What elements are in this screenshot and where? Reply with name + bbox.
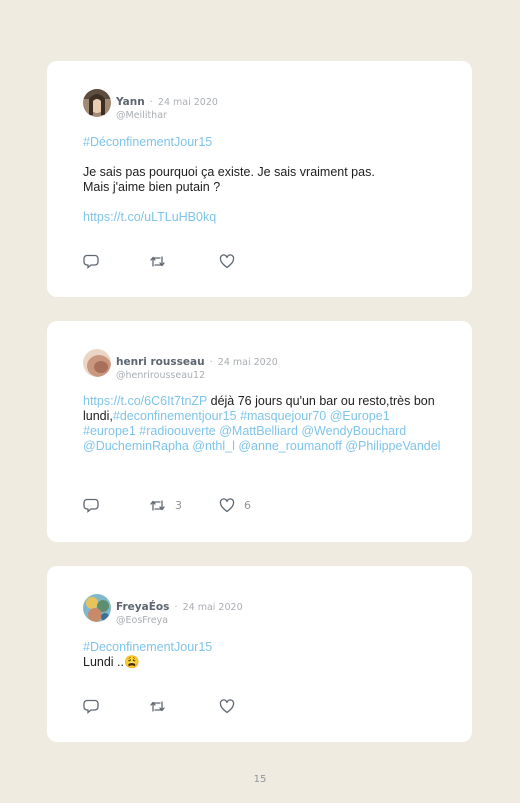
author-name[interactable]: Yann [116,96,145,108]
avatar[interactable] [83,594,111,622]
reply-icon [83,699,99,714]
like-button[interactable] [219,253,244,269]
tweet-card: henri rousseau · 24 mai 2020 @henrirouss… [47,321,472,542]
hashtag-link[interactable]: #DéconfinementJour15 [83,135,212,149]
tweet-text-line: Je sais pas pourquoi ça existe. Je sais … [83,165,375,179]
tweet-date[interactable]: 24 mai 2020 [158,97,218,108]
like-button[interactable] [219,698,244,714]
like-icon [219,253,235,268]
reply-icon [83,254,99,269]
tweet-actions: 3 6 [83,497,383,513]
author-name[interactable]: FreyaÉos [116,601,169,613]
hashtag-links[interactable]: #deconfinementjour15 #masquejour70 @Euro… [83,409,440,453]
page-number: 15 [253,774,267,785]
tweet-card: Yann · 24 mai 2020 @Meilithar #Déconfine… [47,61,472,297]
avatar[interactable] [83,349,111,377]
separator: · [149,97,153,108]
retweet-icon [150,700,165,712]
reply-button[interactable] [83,253,99,269]
separator: · [174,602,178,613]
author-handle[interactable]: @Meilithar [116,110,218,121]
url-link[interactable]: https://t.co/6C6It7tnZP [83,394,207,408]
reply-icon [83,498,99,513]
author-handle[interactable]: @henrirousseau12 [116,370,278,381]
reply-button[interactable] [83,497,99,513]
tweet-date[interactable]: 24 mai 2020 [183,602,243,613]
hashtag-link[interactable]: #DeconfinementJour15 [83,640,212,654]
like-count: 6 [244,498,251,512]
separator: · [209,357,213,368]
tweet-body: #DeconfinementJour15 Lundi ..😩 [83,640,443,670]
like-icon [219,497,235,512]
tweet-date[interactable]: 24 mai 2020 [218,357,278,368]
like-icon [219,698,235,713]
retweet-button[interactable] [149,698,175,714]
retweet-button[interactable]: 3 [149,497,182,513]
tweet-actions [83,698,383,714]
retweet-icon [150,499,165,511]
retweet-icon [150,255,165,267]
avatar[interactable] [83,89,111,117]
like-button[interactable]: 6 [219,497,251,513]
retweet-count: 3 [175,498,182,512]
retweet-button[interactable] [149,253,175,269]
url-link[interactable]: https://t.co/uLTLuHB0kq [83,210,216,224]
author-name[interactable]: henri rousseau [116,356,205,368]
tweet-body: https://t.co/6C6It7tnZP déjà 76 jours qu… [83,394,443,454]
tweet-body: #DéconfinementJour15 Je sais pas pourquo… [83,135,443,225]
tweet-text-line: Mais j'aime bien putain ? [83,180,221,194]
tweet-text: Lundi ..😩 [83,655,140,669]
reply-button[interactable] [83,698,99,714]
tweet-card: FreyaÉos · 24 mai 2020 @EosFreya #Deconf… [47,566,472,742]
author-handle[interactable]: @EosFreya [116,615,243,626]
tweet-actions [83,253,383,269]
